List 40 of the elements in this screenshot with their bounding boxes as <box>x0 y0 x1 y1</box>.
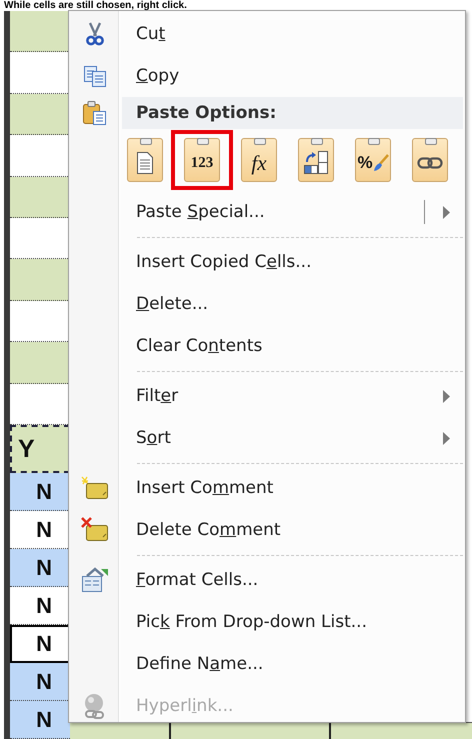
menu-item[interactable]: Insert Comment <box>71 467 463 509</box>
paste-option-button[interactable]: 123 <box>171 130 233 190</box>
menu-item[interactable]: Clear Contents <box>71 325 463 367</box>
paste-option-button[interactable] <box>412 138 448 182</box>
paste-option-button[interactable] <box>298 138 334 182</box>
menu-item[interactable]: Copy <box>71 55 463 97</box>
menu-item[interactable]: Filter <box>71 375 463 417</box>
table-cell: N <box>10 473 70 512</box>
note-delete-icon <box>81 517 109 543</box>
menu-item[interactable]: Sort <box>71 417 463 459</box>
menu-item[interactable]: Pick From Drop-down List... <box>71 601 463 643</box>
menu-item[interactable]: Delete Comment <box>71 509 463 551</box>
document-icon <box>135 151 155 175</box>
submenu-arrow-icon <box>443 432 451 444</box>
clipboard-icon <box>82 100 108 126</box>
menu-item[interactable]: Delete... <box>71 283 463 325</box>
menu-item[interactable]: Cut <box>71 13 463 55</box>
scissors-icon <box>85 22 105 46</box>
paste-option-button[interactable]: % <box>355 138 391 182</box>
paste-option-button[interactable]: fx <box>241 138 277 182</box>
format-cells-icon <box>81 567 109 593</box>
paste-option-button[interactable] <box>127 138 163 182</box>
note-icon <box>81 475 109 501</box>
table-cell: N <box>10 549 70 588</box>
brush-icon <box>372 154 389 172</box>
table-cell: N <box>10 663 70 702</box>
table-cell: Y <box>10 425 70 474</box>
caption-text: While cells are still chosen, right click. <box>3 0 187 11</box>
table-cell: N <box>10 625 70 664</box>
copy-icon <box>83 64 107 88</box>
table-cell: N <box>10 701 70 739</box>
menu-item[interactable]: Paste Special... <box>71 191 463 233</box>
section-header: Paste Options: <box>122 97 463 129</box>
menu-item[interactable]: Insert Copied Cells... <box>71 241 463 283</box>
menu-item[interactable]: Format Cells... <box>71 559 463 601</box>
menu-item[interactable]: Define Name... <box>71 643 463 685</box>
swap-grid-icon <box>303 150 329 176</box>
link-icon <box>417 156 443 170</box>
submenu-arrow-icon <box>443 206 451 218</box>
submenu-arrow-icon <box>443 390 451 402</box>
